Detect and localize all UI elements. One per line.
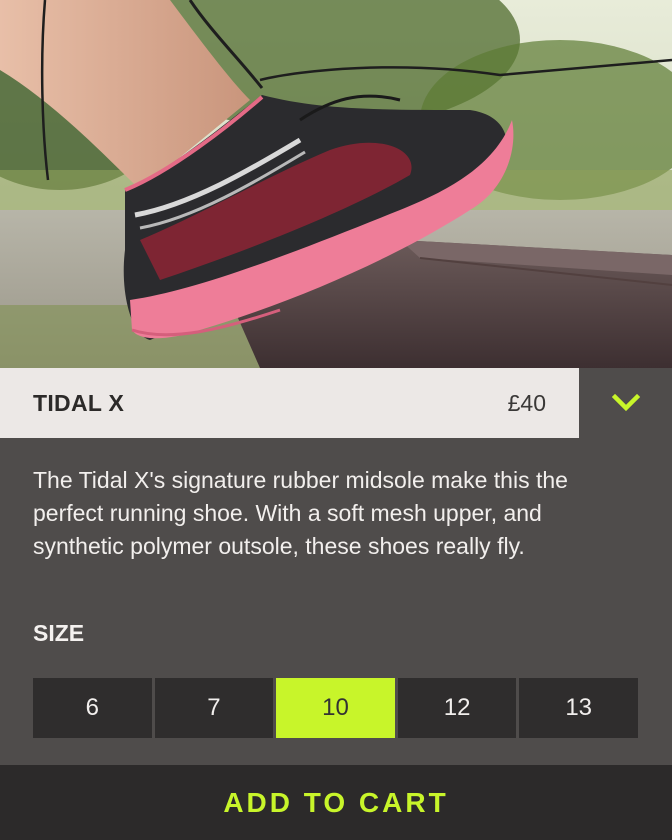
- size-option-13[interactable]: 13: [519, 678, 638, 738]
- size-option-6[interactable]: 6: [33, 678, 152, 738]
- size-option-10[interactable]: 10: [276, 678, 395, 738]
- product-photo: [0, 0, 672, 368]
- product-price: £40: [507, 389, 546, 416]
- add-to-cart-label: ADD TO CART: [223, 786, 449, 818]
- product-description: The Tidal X's signature rubber midsole m…: [33, 467, 568, 559]
- product-header: TIDAL X £40: [0, 368, 672, 438]
- size-selector: 6 7 10 12 13: [33, 678, 638, 738]
- size-option-7[interactable]: 7: [154, 678, 274, 738]
- add-to-cart-button[interactable]: ADD TO CART: [0, 765, 672, 840]
- chevron-down-icon: [611, 393, 640, 412]
- product-name: TIDAL X: [33, 389, 125, 416]
- expand-toggle-button[interactable]: [579, 368, 672, 438]
- size-label: SIZE: [33, 620, 85, 646]
- product-title-area: TIDAL X £40: [0, 368, 579, 438]
- size-option-12[interactable]: 12: [397, 678, 517, 738]
